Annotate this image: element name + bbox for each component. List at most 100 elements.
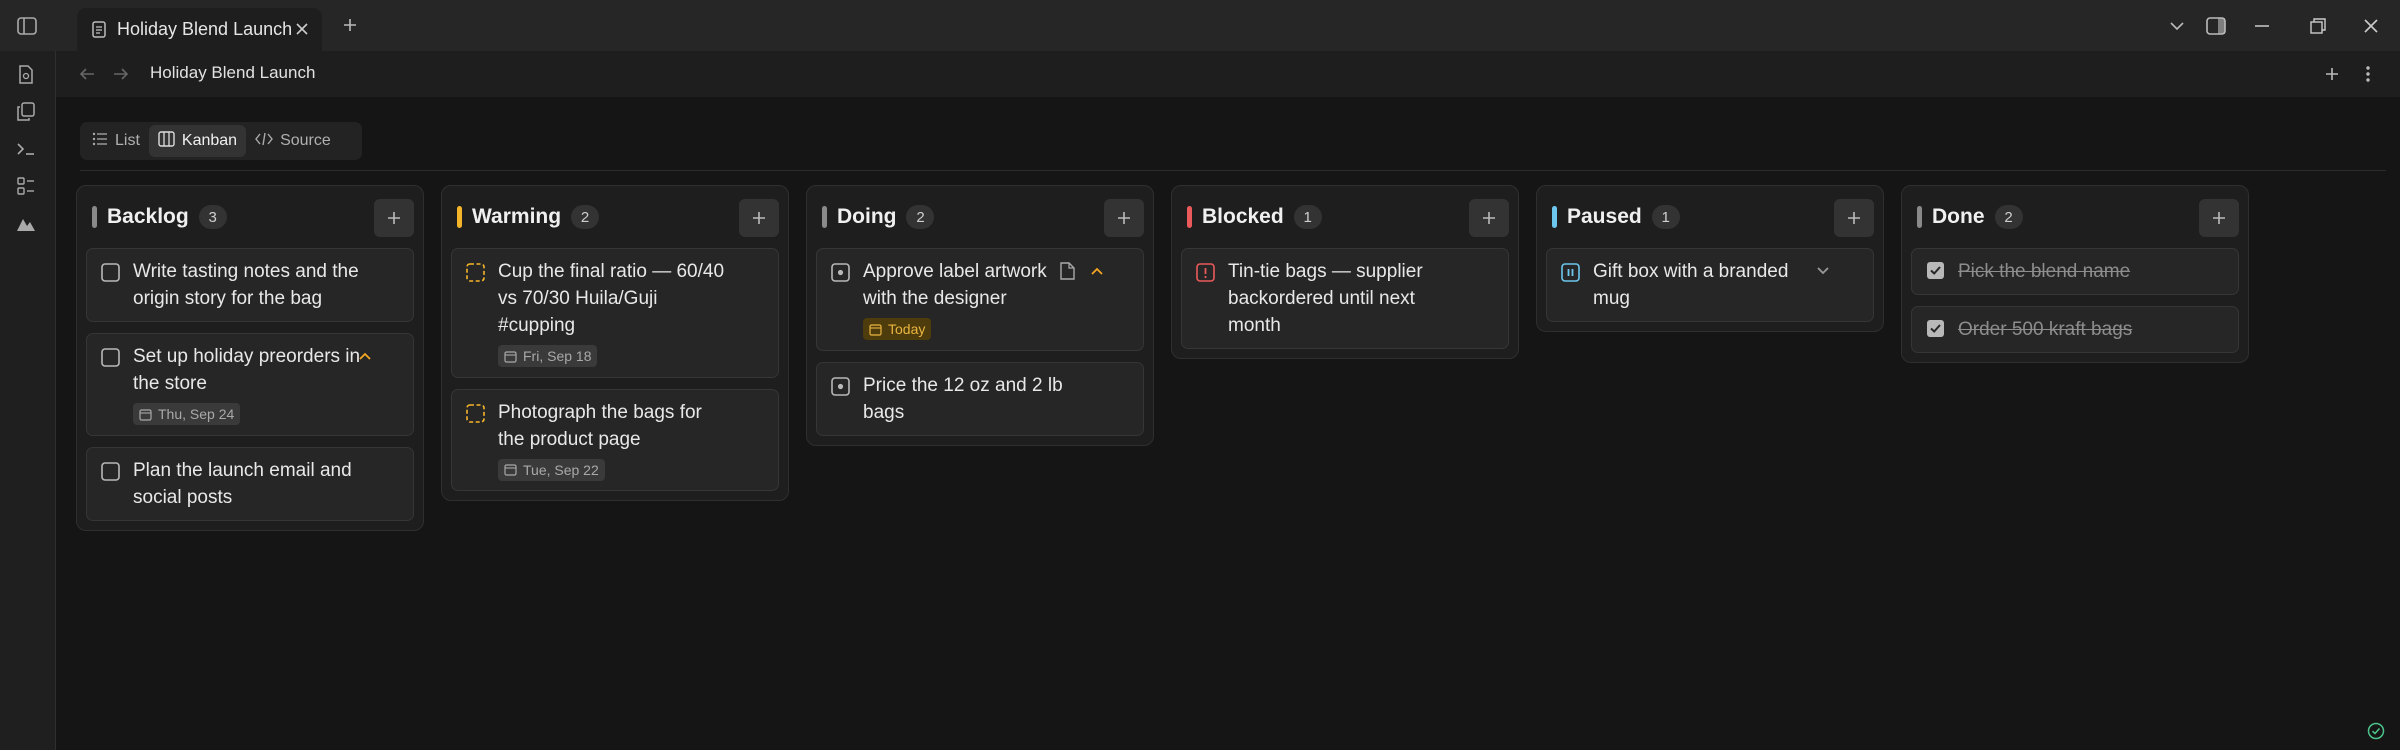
priority-chevron-up-icon <box>1087 261 1107 281</box>
checkbox-icon[interactable] <box>101 348 120 367</box>
plus-icon <box>1483 212 1495 224</box>
in-progress-checkbox-icon[interactable] <box>831 263 850 282</box>
add-card-button[interactable] <box>374 199 414 237</box>
task-card[interactable]: Pick the blend name <box>1911 248 2239 295</box>
column-doing: Doing 2 Approve label artwork with the d… <box>806 185 1154 446</box>
restore-icon[interactable] <box>2305 13 2331 39</box>
card-title: Pick the blend name <box>1958 261 2131 282</box>
due-date-chip-today: Today <box>863 318 932 340</box>
plus-icon <box>753 212 765 224</box>
new-tab-plus-icon[interactable] <box>338 13 362 37</box>
view-list-label: List <box>115 132 140 149</box>
task-card[interactable]: Cup the final ratio — 60/40 vs 70/30 Hui… <box>451 248 779 378</box>
add-card-button[interactable] <box>2199 199 2239 237</box>
column-title: Done <box>1932 205 1985 228</box>
column-color-bar <box>92 206 97 228</box>
right-sidebar-toggle-icon[interactable] <box>2203 13 2229 39</box>
column-header: Paused 1 <box>1546 194 1874 240</box>
due-date-text: Fri, Sep 18 <box>523 348 592 364</box>
tab-list-chevron-down-icon[interactable] <box>2164 13 2190 39</box>
due-date-text: Thu, Sep 24 <box>158 406 235 422</box>
checkbox-icon[interactable] <box>101 461 120 481</box>
warming-checkbox-icon[interactable] <box>466 403 485 423</box>
paused-checkbox-icon[interactable] <box>1561 263 1580 282</box>
view-switcher: List Kanban Source <box>80 122 362 160</box>
checkbox-icon[interactable] <box>101 263 120 282</box>
column-count-badge: 1 <box>1293 205 1322 229</box>
calendar-icon <box>504 464 517 476</box>
view-kanban-button[interactable]: Kanban <box>148 125 247 157</box>
minimize-icon[interactable] <box>2249 13 2275 39</box>
sync-status-icon[interactable] <box>2364 720 2388 742</box>
task-card[interactable]: Set up holiday preorders in the store Th… <box>86 333 414 436</box>
due-date-text: Today <box>888 321 926 337</box>
column-paused: Paused 1 Gift box with a branded mug <box>1536 185 1884 332</box>
card-title: Write tasting notes and the origin story… <box>133 261 359 309</box>
in-progress-checkbox-icon[interactable] <box>831 376 850 396</box>
calendar-icon <box>504 350 517 363</box>
card-title: Order 500 kraft bags <box>1958 319 2133 340</box>
title-bar: Holiday Blend Launch <box>0 0 2400 51</box>
task-card[interactable]: Write tasting notes and the origin story… <box>86 248 414 322</box>
priority-chevron-down-icon <box>1813 261 1833 281</box>
document-icon <box>89 20 109 40</box>
task-card[interactable]: Photograph the bags for the product page… <box>451 388 779 491</box>
add-card-button[interactable] <box>739 199 779 237</box>
task-card[interactable]: Order 500 kraft bags <box>1911 306 2239 353</box>
terminal-icon[interactable] <box>13 136 39 162</box>
priority-chevron-up-icon <box>355 346 375 366</box>
column-color-bar <box>1552 206 1557 228</box>
task-card[interactable]: Plan the launch email and social posts <box>86 446 414 521</box>
plus-icon <box>1848 212 1860 224</box>
task-card[interactable]: Price the 12 oz and 2 lb bags <box>816 361 1144 436</box>
checked-checkbox-icon[interactable] <box>1926 319 1945 338</box>
due-date-text: Tue, Sep 22 <box>523 461 599 478</box>
checklist-icon[interactable] <box>13 173 39 199</box>
column-color-bar <box>1917 206 1922 228</box>
blocked-checkbox-icon[interactable] <box>1196 263 1215 282</box>
tab-holiday-blend-launch[interactable]: Holiday Blend Launch <box>77 8 322 51</box>
copy-files-icon[interactable] <box>13 98 39 124</box>
add-card-button[interactable] <box>1469 199 1509 237</box>
add-card-button[interactable] <box>1834 199 1874 237</box>
plus-icon <box>2213 212 2225 224</box>
divider <box>80 170 2386 171</box>
column-title: Backlog <box>107 205 189 228</box>
nav-header: Holiday Blend Launch <box>56 51 2400 97</box>
sidebar-toggle-icon[interactable] <box>14 13 40 39</box>
card-title: Tin-tie bags — supplier backordered unti… <box>1228 261 1423 336</box>
list-icon <box>92 132 108 151</box>
column-header: Backlog 3 <box>86 194 414 240</box>
add-card-button[interactable] <box>1104 199 1144 237</box>
open-file-icon[interactable] <box>13 61 39 87</box>
view-list-button[interactable]: List <box>83 125 149 157</box>
column-color-bar <box>1187 206 1192 228</box>
column-warming: Warming 2 Cup the final ratio — 60/40 vs… <box>441 185 789 501</box>
card-title: Photograph the bags for the product page <box>498 401 702 450</box>
calendar-icon <box>139 408 152 421</box>
task-card[interactable]: Gift box with a branded mug <box>1546 248 1874 322</box>
back-arrow-icon[interactable] <box>74 61 100 87</box>
column-count-badge: 3 <box>198 205 227 229</box>
view-source-button[interactable]: Source <box>246 125 340 157</box>
close-icon[interactable] <box>292 19 312 39</box>
page-title: Holiday Blend Launch <box>150 63 316 82</box>
column-header: Doing 2 <box>816 194 1144 240</box>
forward-arrow-icon[interactable] <box>108 61 134 87</box>
column-color-bar <box>457 206 462 228</box>
column-blocked: Blocked 1 Tin-tie bags — supplier backor… <box>1171 185 1519 359</box>
warming-checkbox-icon[interactable] <box>466 263 485 282</box>
tab-label: Holiday Blend Launch <box>117 19 293 39</box>
more-options-icon[interactable] <box>2355 61 2381 87</box>
checked-checkbox-icon[interactable] <box>1926 261 1945 280</box>
due-date-chip: Tue, Sep 22 <box>498 458 605 481</box>
task-card[interactable]: Approve label artwork with the designer … <box>816 248 1144 351</box>
add-plus-icon[interactable] <box>2319 61 2345 87</box>
column-title: Blocked <box>1202 205 1284 228</box>
note-file-icon[interactable] <box>1057 261 1077 281</box>
task-card[interactable]: Tin-tie bags — supplier backordered unti… <box>1181 248 1509 349</box>
column-backlog: Backlog 3 Write tasting notes and the or… <box>76 185 424 531</box>
due-date-chip: Fri, Sep 18 <box>498 345 598 367</box>
window-close-icon[interactable] <box>2358 13 2384 39</box>
graph-icon[interactable] <box>13 211 39 237</box>
